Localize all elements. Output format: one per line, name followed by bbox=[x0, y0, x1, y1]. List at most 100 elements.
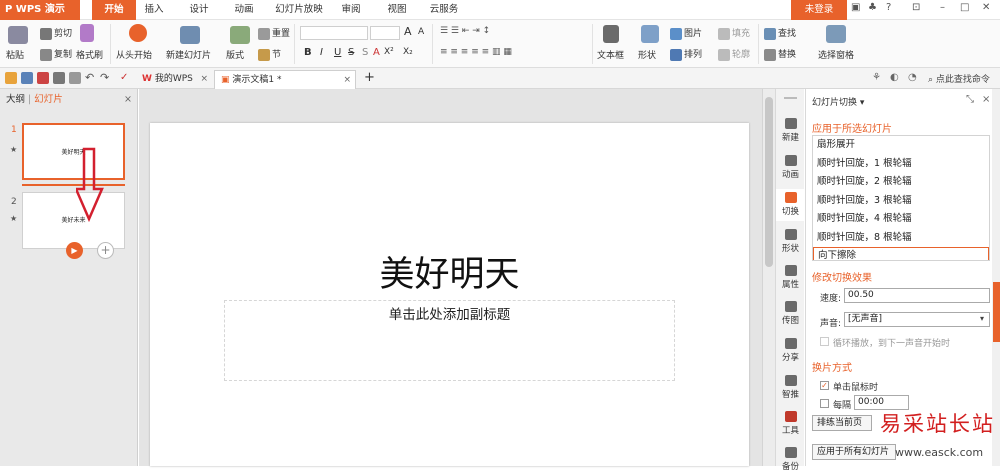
fill-button[interactable]: 填充 bbox=[718, 26, 750, 40]
pin-icon[interactable]: ⚘ bbox=[872, 72, 884, 84]
minimize-icon[interactable]: – bbox=[940, 2, 945, 13]
tab-review[interactable]: 审阅 bbox=[336, 0, 366, 20]
tab-outline[interactable]: 大纲 bbox=[6, 94, 25, 105]
login-button[interactable]: 未登录 bbox=[791, 0, 847, 20]
close-icon[interactable]: × bbox=[124, 89, 132, 111]
tab-my-wps[interactable]: W 我的WPS × bbox=[136, 70, 212, 89]
tab-document[interactable]: ▣ 演示文稿1 * × bbox=[214, 70, 356, 89]
slide-thumbnail-1[interactable]: 美好明天 bbox=[22, 123, 125, 180]
text-box-button[interactable]: 文本框 bbox=[597, 48, 624, 61]
tab-design[interactable]: 设计 bbox=[182, 0, 216, 20]
skin-icon[interactable]: ◔ bbox=[908, 72, 920, 84]
rehearse-button[interactable]: 排练当前页 bbox=[812, 415, 872, 431]
tab-home[interactable]: 开始 bbox=[92, 0, 136, 20]
add-slide-icon[interactable]: + bbox=[97, 242, 114, 259]
bullets-icon[interactable]: ☰ ☰ ⇤ ⇥ ↕ bbox=[440, 26, 490, 36]
side-share-button[interactable]: 分享 bbox=[776, 338, 805, 363]
replace-button[interactable]: 替换 bbox=[764, 47, 796, 61]
shape-button[interactable]: 形状 bbox=[638, 48, 656, 61]
font-color-button[interactable]: A bbox=[373, 47, 380, 58]
scrollbar-thumb[interactable] bbox=[765, 97, 773, 267]
close-icon[interactable]: × bbox=[982, 94, 990, 105]
side-tools-button[interactable]: 工具 bbox=[776, 411, 805, 436]
slide-title[interactable]: 美好明天 bbox=[150, 246, 749, 297]
list-item[interactable]: 扇形展开 bbox=[813, 136, 989, 155]
underline-button[interactable]: U bbox=[334, 47, 341, 58]
open-icon[interactable] bbox=[5, 72, 17, 84]
tab-slideshow[interactable]: 幻灯片放映 bbox=[272, 0, 326, 20]
side-property-button[interactable]: 属性 bbox=[776, 265, 805, 290]
subscript-button[interactable]: X₂ bbox=[403, 47, 413, 57]
help-icon[interactable]: ? bbox=[886, 2, 891, 13]
redo-icon[interactable]: ↷ bbox=[100, 72, 112, 84]
restore-icon[interactable]: ⊡ bbox=[912, 2, 920, 13]
font-shrink-button[interactable]: A bbox=[418, 27, 424, 37]
save-icon[interactable] bbox=[21, 72, 33, 84]
share-icon[interactable]: ◐ bbox=[890, 72, 902, 84]
transition-list[interactable]: 扇形展开 顺时针回旋，1 根轮辐 顺时针回旋，2 根轮辐 顺时针回旋，3 根轮辐… bbox=[812, 135, 990, 261]
on-click-checkbox[interactable]: ✓ bbox=[820, 381, 829, 390]
layout-button[interactable]: 版式 bbox=[226, 48, 244, 61]
sound-select[interactable]: [无声音] bbox=[844, 312, 990, 327]
app-logo[interactable]: P WPS 演示 bbox=[0, 0, 80, 20]
strikethrough-button[interactable]: S bbox=[348, 47, 354, 58]
side-transition-button[interactable]: 切换 bbox=[776, 189, 805, 221]
shirt-icon[interactable]: ♣ bbox=[868, 2, 877, 13]
skin-icon[interactable]: ▣ bbox=[851, 2, 860, 13]
list-item[interactable]: 顺时针回旋，4 根轮辐 bbox=[813, 210, 989, 229]
cut-button[interactable]: 剪切 bbox=[40, 26, 72, 40]
play-slide-icon[interactable]: ▶ bbox=[66, 242, 83, 259]
bold-button[interactable]: B bbox=[304, 47, 312, 58]
side-recommend-button[interactable]: 智推 bbox=[776, 375, 805, 400]
font-size-combo[interactable] bbox=[370, 26, 400, 40]
customize-icon[interactable]: ✓ bbox=[120, 72, 132, 84]
speed-stepper[interactable]: 00.50 bbox=[844, 288, 990, 303]
tab-insert[interactable]: 插入 bbox=[137, 0, 171, 20]
panel-title[interactable]: 幻灯片切换 ▾ bbox=[812, 95, 864, 108]
font-name-combo[interactable] bbox=[300, 26, 368, 40]
format-painter-button[interactable]: 格式刷 bbox=[76, 48, 103, 61]
new-slide-button[interactable]: 新建幻灯片 bbox=[166, 48, 211, 61]
pdf-icon[interactable] bbox=[37, 72, 49, 84]
print-icon[interactable] bbox=[53, 72, 65, 84]
font-grow-button[interactable]: A bbox=[404, 25, 412, 38]
close-icon[interactable]: × bbox=[343, 71, 351, 89]
slide-thumbnail-2[interactable]: 美好未来 bbox=[22, 192, 125, 249]
tab-slides[interactable]: 幻灯片 bbox=[34, 94, 63, 105]
subtitle-placeholder[interactable]: 单击此处添加副标题 bbox=[224, 300, 675, 381]
align-icon[interactable]: ≡ ≡ ≡ ≡ ≡ ▥ ▦ bbox=[440, 47, 512, 57]
shadow-button[interactable]: S bbox=[362, 47, 368, 58]
side-shape-button[interactable]: 形状 bbox=[776, 229, 805, 254]
picture-button[interactable]: 图片 bbox=[670, 26, 702, 40]
maximize-icon[interactable]: □ bbox=[960, 2, 969, 13]
side-upload-button[interactable]: 传图 bbox=[776, 301, 805, 326]
every-checkbox[interactable] bbox=[820, 399, 829, 408]
apply-all-button[interactable]: 应用于所有幻灯片 bbox=[812, 444, 896, 460]
panel-scrollbar-thumb[interactable] bbox=[993, 282, 1000, 342]
superscript-button[interactable]: X² bbox=[384, 47, 394, 57]
arrange-button[interactable]: 排列 bbox=[670, 47, 702, 61]
copy-button[interactable]: 复制 bbox=[40, 47, 72, 61]
select-pane-button[interactable]: 选择窗格 bbox=[818, 48, 854, 61]
list-item[interactable]: 顺时针回旋，3 根轮辐 bbox=[813, 192, 989, 211]
preview-icon[interactable] bbox=[69, 72, 81, 84]
tab-view[interactable]: 视图 bbox=[382, 0, 412, 20]
undo-icon[interactable]: ↶ bbox=[85, 72, 97, 84]
slide-canvas[interactable]: 美好明天 单击此处添加副标题 bbox=[150, 123, 749, 466]
section-button[interactable]: 节 bbox=[258, 47, 281, 61]
from-start-button[interactable]: 从头开始 bbox=[116, 48, 152, 61]
tab-animation[interactable]: 动画 bbox=[227, 0, 261, 20]
list-item-selected[interactable]: 向下擦除 bbox=[813, 247, 989, 260]
close-icon[interactable]: ✕ bbox=[982, 2, 990, 13]
side-backup-button[interactable]: 备份 bbox=[776, 447, 805, 472]
list-item[interactable]: 顺时针回旋，8 根轮辐 bbox=[813, 229, 989, 248]
paste-button[interactable]: 粘贴 bbox=[6, 48, 24, 61]
italic-button[interactable]: I bbox=[320, 47, 323, 58]
loop-checkbox[interactable] bbox=[820, 337, 829, 346]
vertical-scrollbar[interactable] bbox=[762, 89, 775, 466]
command-search[interactable]: ⌕ 点此查找命令 bbox=[928, 72, 990, 85]
tab-cloud[interactable]: 云服务 bbox=[424, 0, 464, 20]
side-animation-button[interactable]: 动画 bbox=[776, 155, 805, 180]
new-tab-button[interactable]: + bbox=[358, 70, 375, 89]
side-new-button[interactable]: 新建 bbox=[776, 118, 805, 143]
